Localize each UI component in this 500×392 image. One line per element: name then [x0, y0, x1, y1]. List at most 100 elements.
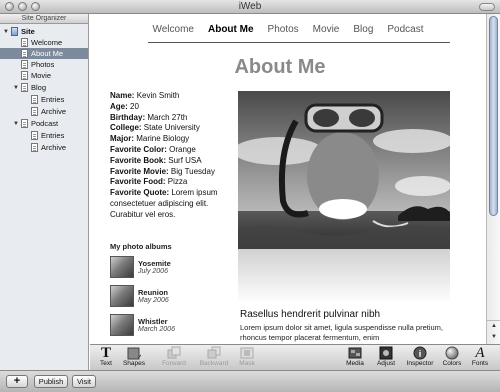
- nav-item-welcome[interactable]: Welcome: [152, 24, 194, 35]
- sidebar-item-site[interactable]: ▼ Site: [3, 26, 35, 37]
- toolbar-toggle-button[interactable]: [479, 3, 495, 11]
- page-icon: [21, 71, 28, 80]
- text-button[interactable]: T Text: [96, 345, 116, 368]
- sidebar-item-blog-entries[interactable]: Entries: [31, 94, 64, 105]
- sidebar-item-movie[interactable]: Movie: [21, 70, 51, 81]
- tool-label: Text: [100, 360, 112, 367]
- page-icon: [21, 83, 28, 92]
- mask-button[interactable]: Mask: [234, 346, 260, 367]
- sidebar-item-label: Entries: [41, 131, 65, 140]
- sidebar-item-label: Archive: [41, 107, 67, 116]
- media-icon: [348, 346, 362, 360]
- sidebar-item-blog-archive[interactable]: Archive: [31, 106, 66, 117]
- sidebar-item-label: About Me: [31, 49, 64, 58]
- nav-item-photos[interactable]: Photos: [268, 24, 299, 35]
- bio-key: Favorite Color:: [110, 144, 167, 154]
- page-canvas[interactable]: Welcome About Me Photos Movie Blog Podca…: [90, 14, 486, 344]
- album-thumbnail: [110, 256, 134, 278]
- album-thumbnail: [110, 314, 134, 336]
- fonts-button[interactable]: A Fonts: [469, 345, 491, 368]
- albums-heading: My photo albums: [110, 242, 172, 251]
- page-icon: [21, 119, 28, 128]
- bio-row: Major: Marine Biology: [110, 134, 236, 145]
- bottom-toolbar: T Text Shapes Forward Backward Mask Medi…: [90, 344, 500, 370]
- shapes-icon: [127, 346, 141, 360]
- bio-row: Birthday: March 27th: [110, 113, 236, 124]
- album-name: Reunion: [138, 288, 168, 297]
- disclosure-triangle-icon[interactable]: ▼: [13, 121, 21, 127]
- sidebar-item-podcast-entries[interactable]: Entries: [31, 130, 64, 141]
- post-title[interactable]: Rasellus hendrerit pulvinar nibh: [240, 309, 380, 320]
- page-icon: [31, 143, 38, 152]
- vertical-scrollbar[interactable]: ▲ ▼: [486, 14, 500, 344]
- disclosure-triangle-icon[interactable]: ▼: [13, 85, 21, 91]
- bio-value: Kevin Smith: [136, 91, 180, 100]
- album-item-whistler[interactable]: Whistler March 2006: [110, 314, 175, 340]
- bio-value: State University: [143, 123, 200, 133]
- media-button[interactable]: Media: [343, 346, 367, 367]
- bio-key: Age:: [110, 101, 128, 111]
- sidebar-item-welcome[interactable]: Welcome: [21, 37, 62, 48]
- bio-key: Birthday:: [110, 112, 146, 122]
- sidebar-item-about-me[interactable]: About Me: [0, 48, 88, 59]
- album-item-yosemite[interactable]: Yosemite July 2006: [110, 256, 171, 282]
- scroll-arrows[interactable]: ▲ ▼: [487, 320, 500, 344]
- bio-key: Major:: [110, 134, 134, 144]
- disclosure-triangle-icon[interactable]: ▼: [3, 29, 11, 35]
- page-icon: [21, 49, 28, 58]
- forward-button[interactable]: Forward: [158, 346, 190, 367]
- sidebar-item-label: Blog: [31, 83, 47, 92]
- album-thumbnail: [110, 285, 134, 307]
- page-title[interactable]: About Me: [90, 56, 470, 79]
- site-navigation: Welcome About Me Photos Movie Blog Podca…: [90, 24, 486, 35]
- bio-value: Pizza: [167, 177, 188, 187]
- scroll-thumb[interactable]: [489, 16, 498, 216]
- sidebar-item-podcast[interactable]: ▼ Podcast: [13, 118, 58, 129]
- nav-item-movie[interactable]: Movie: [313, 24, 340, 35]
- album-date: May 2006: [138, 297, 169, 304]
- window-title: iWeb: [238, 1, 262, 12]
- post-body[interactable]: Lorem ipsum dolor sit amet, ligula suspe…: [240, 323, 452, 343]
- bio-row: Favorite Book: Surf USA: [110, 156, 236, 167]
- sidebar-item-podcast-archive[interactable]: Archive: [31, 142, 66, 153]
- inspector-icon: i: [413, 346, 427, 360]
- photo-reflection: [238, 249, 450, 304]
- site-organizer: Site Organizer ▼ Site Welcome About Me P…: [0, 14, 89, 370]
- backward-button[interactable]: Backward: [196, 346, 232, 367]
- visit-button[interactable]: Visit: [72, 375, 96, 388]
- tool-label: Media: [346, 360, 364, 367]
- album-name: Whistler: [138, 317, 168, 326]
- sidebar-item-label: Movie: [31, 71, 52, 80]
- profile-photo[interactable]: [238, 91, 450, 249]
- site-organizer-header: Site Organizer: [0, 14, 88, 24]
- tool-label: Adjust: [376, 360, 396, 367]
- adjust-button[interactable]: Adjust: [373, 346, 399, 367]
- bio-key: Favorite Food:: [110, 177, 166, 187]
- nav-item-blog[interactable]: Blog: [353, 24, 373, 35]
- add-page-button[interactable]: +: [6, 375, 28, 388]
- sidebar-item-blog[interactable]: ▼ Blog: [13, 82, 46, 93]
- inspector-button[interactable]: i Inspector: [403, 346, 437, 367]
- bio-key: College:: [110, 123, 142, 133]
- publish-button[interactable]: Publish: [34, 375, 68, 388]
- album-date: March 2006: [138, 326, 175, 333]
- bio-text-box[interactable]: Name: Kevin Smith Age: 20 Birthday: Marc…: [110, 91, 236, 221]
- sidebar-item-label: Site: [21, 27, 35, 36]
- sidebar-item-photos[interactable]: Photos: [21, 59, 54, 70]
- bio-row: Favorite Color: Orange: [110, 145, 236, 156]
- nav-item-podcast[interactable]: Podcast: [387, 24, 423, 35]
- album-item-reunion[interactable]: Reunion May 2006: [110, 285, 169, 311]
- backward-icon: [207, 346, 221, 360]
- bio-value: 20: [130, 101, 139, 111]
- bio-row: Favorite Food: Pizza: [110, 177, 236, 188]
- colors-button[interactable]: Colors: [440, 346, 464, 367]
- bio-key: Name:: [110, 91, 135, 100]
- nav-item-about-me[interactable]: About Me: [208, 24, 254, 35]
- site-icon: [11, 27, 18, 36]
- snorkeler-photo-icon: [238, 91, 450, 249]
- mask-icon: [240, 346, 254, 360]
- bio-row: Favorite Movie: Big Tuesday: [110, 167, 236, 178]
- shapes-button[interactable]: Shapes: [120, 346, 148, 367]
- page-icon: [31, 107, 38, 116]
- bio-value: Orange: [169, 144, 196, 154]
